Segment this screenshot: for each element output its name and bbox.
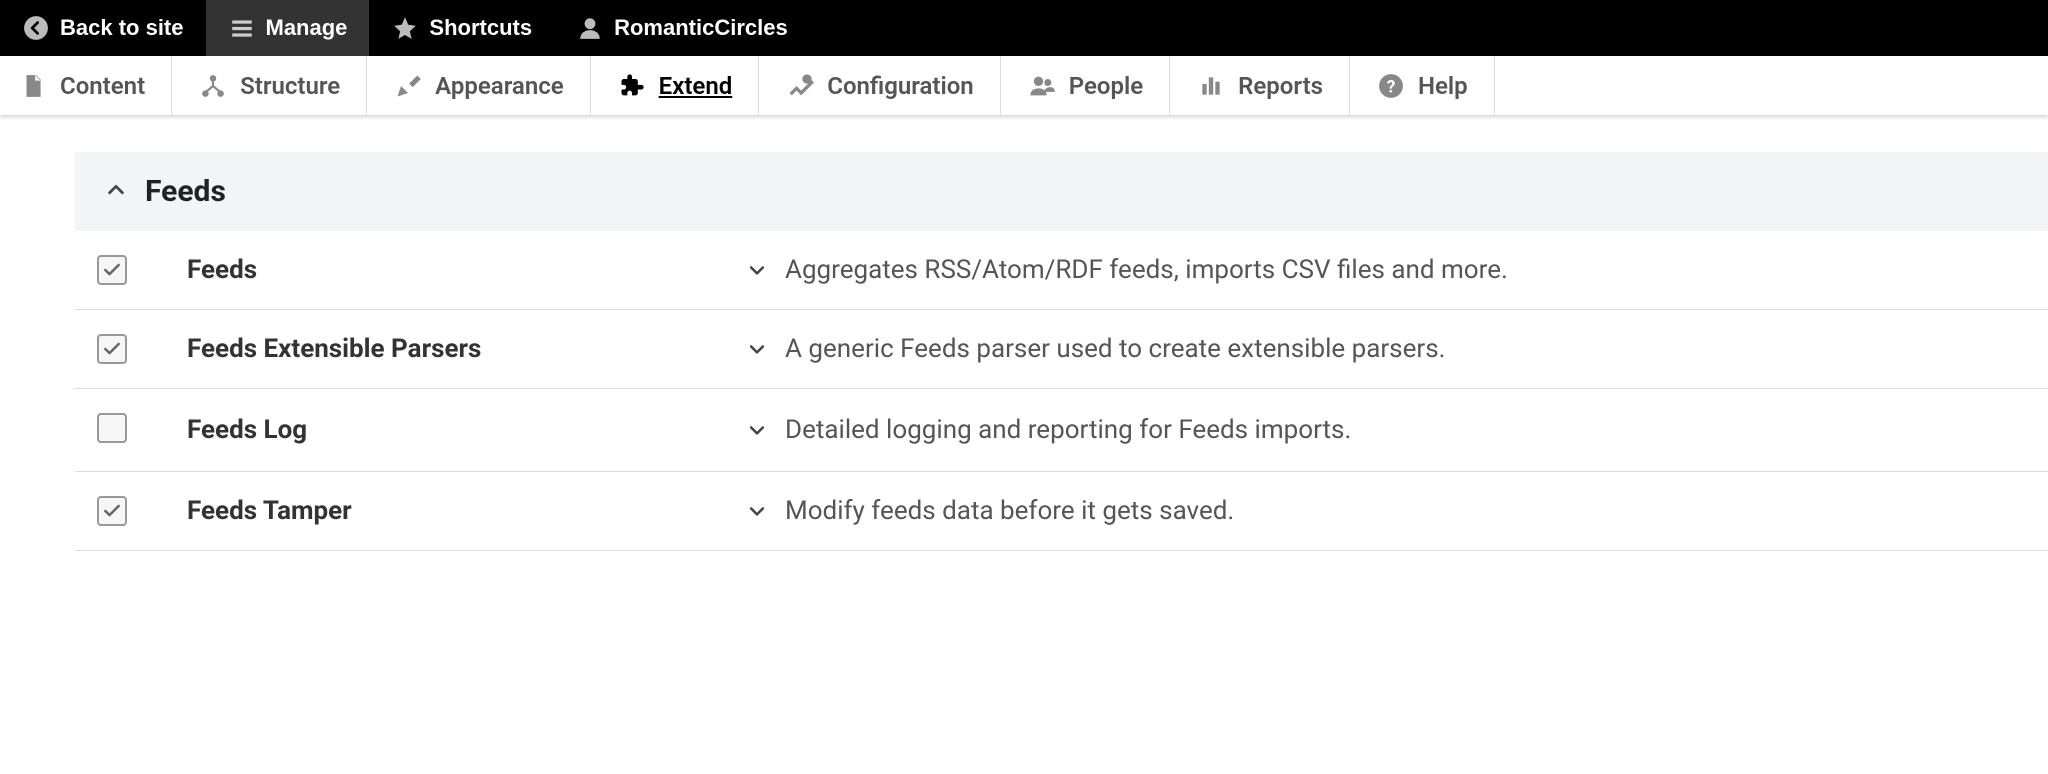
user-menu-button[interactable]: RomanticCircles (554, 0, 810, 56)
module-checkbox[interactable] (97, 496, 127, 526)
module-name: Feeds (187, 255, 747, 285)
module-row: Feeds Extensible Parsers A generic Feeds … (75, 310, 2048, 389)
nav-extend-label: Extend (659, 72, 733, 100)
module-group-title: Feeds (145, 174, 226, 209)
module-checkbox-wrap (97, 413, 187, 447)
nav-configuration-label: Configuration (827, 72, 973, 100)
page-content: Feeds Feeds Aggregates RSS/Atom/RDF feeds… (0, 116, 2048, 551)
nav-people-label: People (1069, 72, 1143, 100)
module-checkbox[interactable] (97, 413, 127, 443)
nav-reports-label: Reports (1238, 72, 1323, 100)
nav-reports[interactable]: Reports (1170, 56, 1350, 115)
module-description: Detailed logging and reporting for Feeds… (785, 415, 1351, 445)
chevron-down-icon[interactable] (747, 420, 767, 440)
module-checkbox-wrap (97, 255, 187, 285)
chevron-down-icon[interactable] (747, 501, 767, 521)
svg-text:?: ? (1387, 77, 1396, 97)
nav-structure[interactable]: Structure (172, 56, 367, 115)
module-description-wrap: Modify feeds data before it gets saved. (747, 496, 2038, 526)
module-name: Feeds Log (187, 415, 747, 445)
help-icon: ? (1376, 71, 1406, 101)
nav-content[interactable]: Content (0, 56, 172, 115)
shortcuts-button[interactable]: Shortcuts (369, 0, 554, 56)
module-checkbox-wrap (97, 334, 187, 364)
content-icon (18, 71, 48, 101)
module-description: A generic Feeds parser used to create ex… (785, 334, 1445, 364)
module-checkbox-wrap (97, 496, 187, 526)
nav-appearance-label: Appearance (435, 72, 564, 100)
module-description: Modify feeds data before it gets saved. (785, 496, 1234, 526)
configuration-icon (785, 71, 815, 101)
module-row: Feeds Log Detailed logging and reporting … (75, 389, 2048, 472)
module-description: Aggregates RSS/Atom/RDF feeds, imports C… (785, 255, 1508, 285)
reports-icon (1196, 71, 1226, 101)
nav-people[interactable]: People (1001, 56, 1170, 115)
module-name: Feeds Tamper (187, 496, 747, 526)
module-checkbox[interactable] (97, 255, 127, 285)
back-arrow-icon (22, 14, 50, 42)
nav-help-label: Help (1418, 72, 1468, 100)
module-row: Feeds Tamper Modify feeds data before it … (75, 472, 2048, 551)
nav-configuration[interactable]: Configuration (759, 56, 1000, 115)
module-list: Feeds Aggregates RSS/Atom/RDF feeds, impo… (75, 231, 2048, 551)
nav-structure-label: Structure (240, 72, 340, 100)
appearance-icon (393, 71, 423, 101)
structure-icon (198, 71, 228, 101)
module-checkbox[interactable] (97, 334, 127, 364)
back-to-site-label: Back to site (60, 15, 184, 41)
chevron-up-icon (105, 179, 127, 205)
manage-button[interactable]: Manage (206, 0, 370, 56)
nav-help[interactable]: ? Help (1350, 56, 1495, 115)
chevron-down-icon[interactable] (747, 260, 767, 280)
nav-content-label: Content (60, 72, 145, 100)
module-description-wrap: Detailed logging and reporting for Feeds… (747, 415, 2038, 445)
nav-extend[interactable]: Extend (591, 56, 760, 115)
admin-toolbar: Back to site Manage Shortcuts RomanticCi… (0, 0, 2048, 56)
admin-nav: Content Structure Appearance Extend Conf… (0, 56, 2048, 116)
module-name: Feeds Extensible Parsers (187, 334, 747, 364)
module-group-header[interactable]: Feeds (75, 152, 2048, 231)
back-to-site-button[interactable]: Back to site (0, 0, 206, 56)
nav-appearance[interactable]: Appearance (367, 56, 591, 115)
module-description-wrap: A generic Feeds parser used to create ex… (747, 334, 2038, 364)
manage-label: Manage (266, 15, 348, 41)
people-icon (1027, 71, 1057, 101)
extend-icon (617, 71, 647, 101)
star-icon (391, 14, 419, 42)
shortcuts-label: Shortcuts (429, 15, 532, 41)
user-label: RomanticCircles (614, 15, 788, 41)
module-row: Feeds Aggregates RSS/Atom/RDF feeds, impo… (75, 231, 2048, 310)
hamburger-icon (228, 14, 256, 42)
user-icon (576, 14, 604, 42)
chevron-down-icon[interactable] (747, 339, 767, 359)
module-description-wrap: Aggregates RSS/Atom/RDF feeds, imports C… (747, 255, 2038, 285)
